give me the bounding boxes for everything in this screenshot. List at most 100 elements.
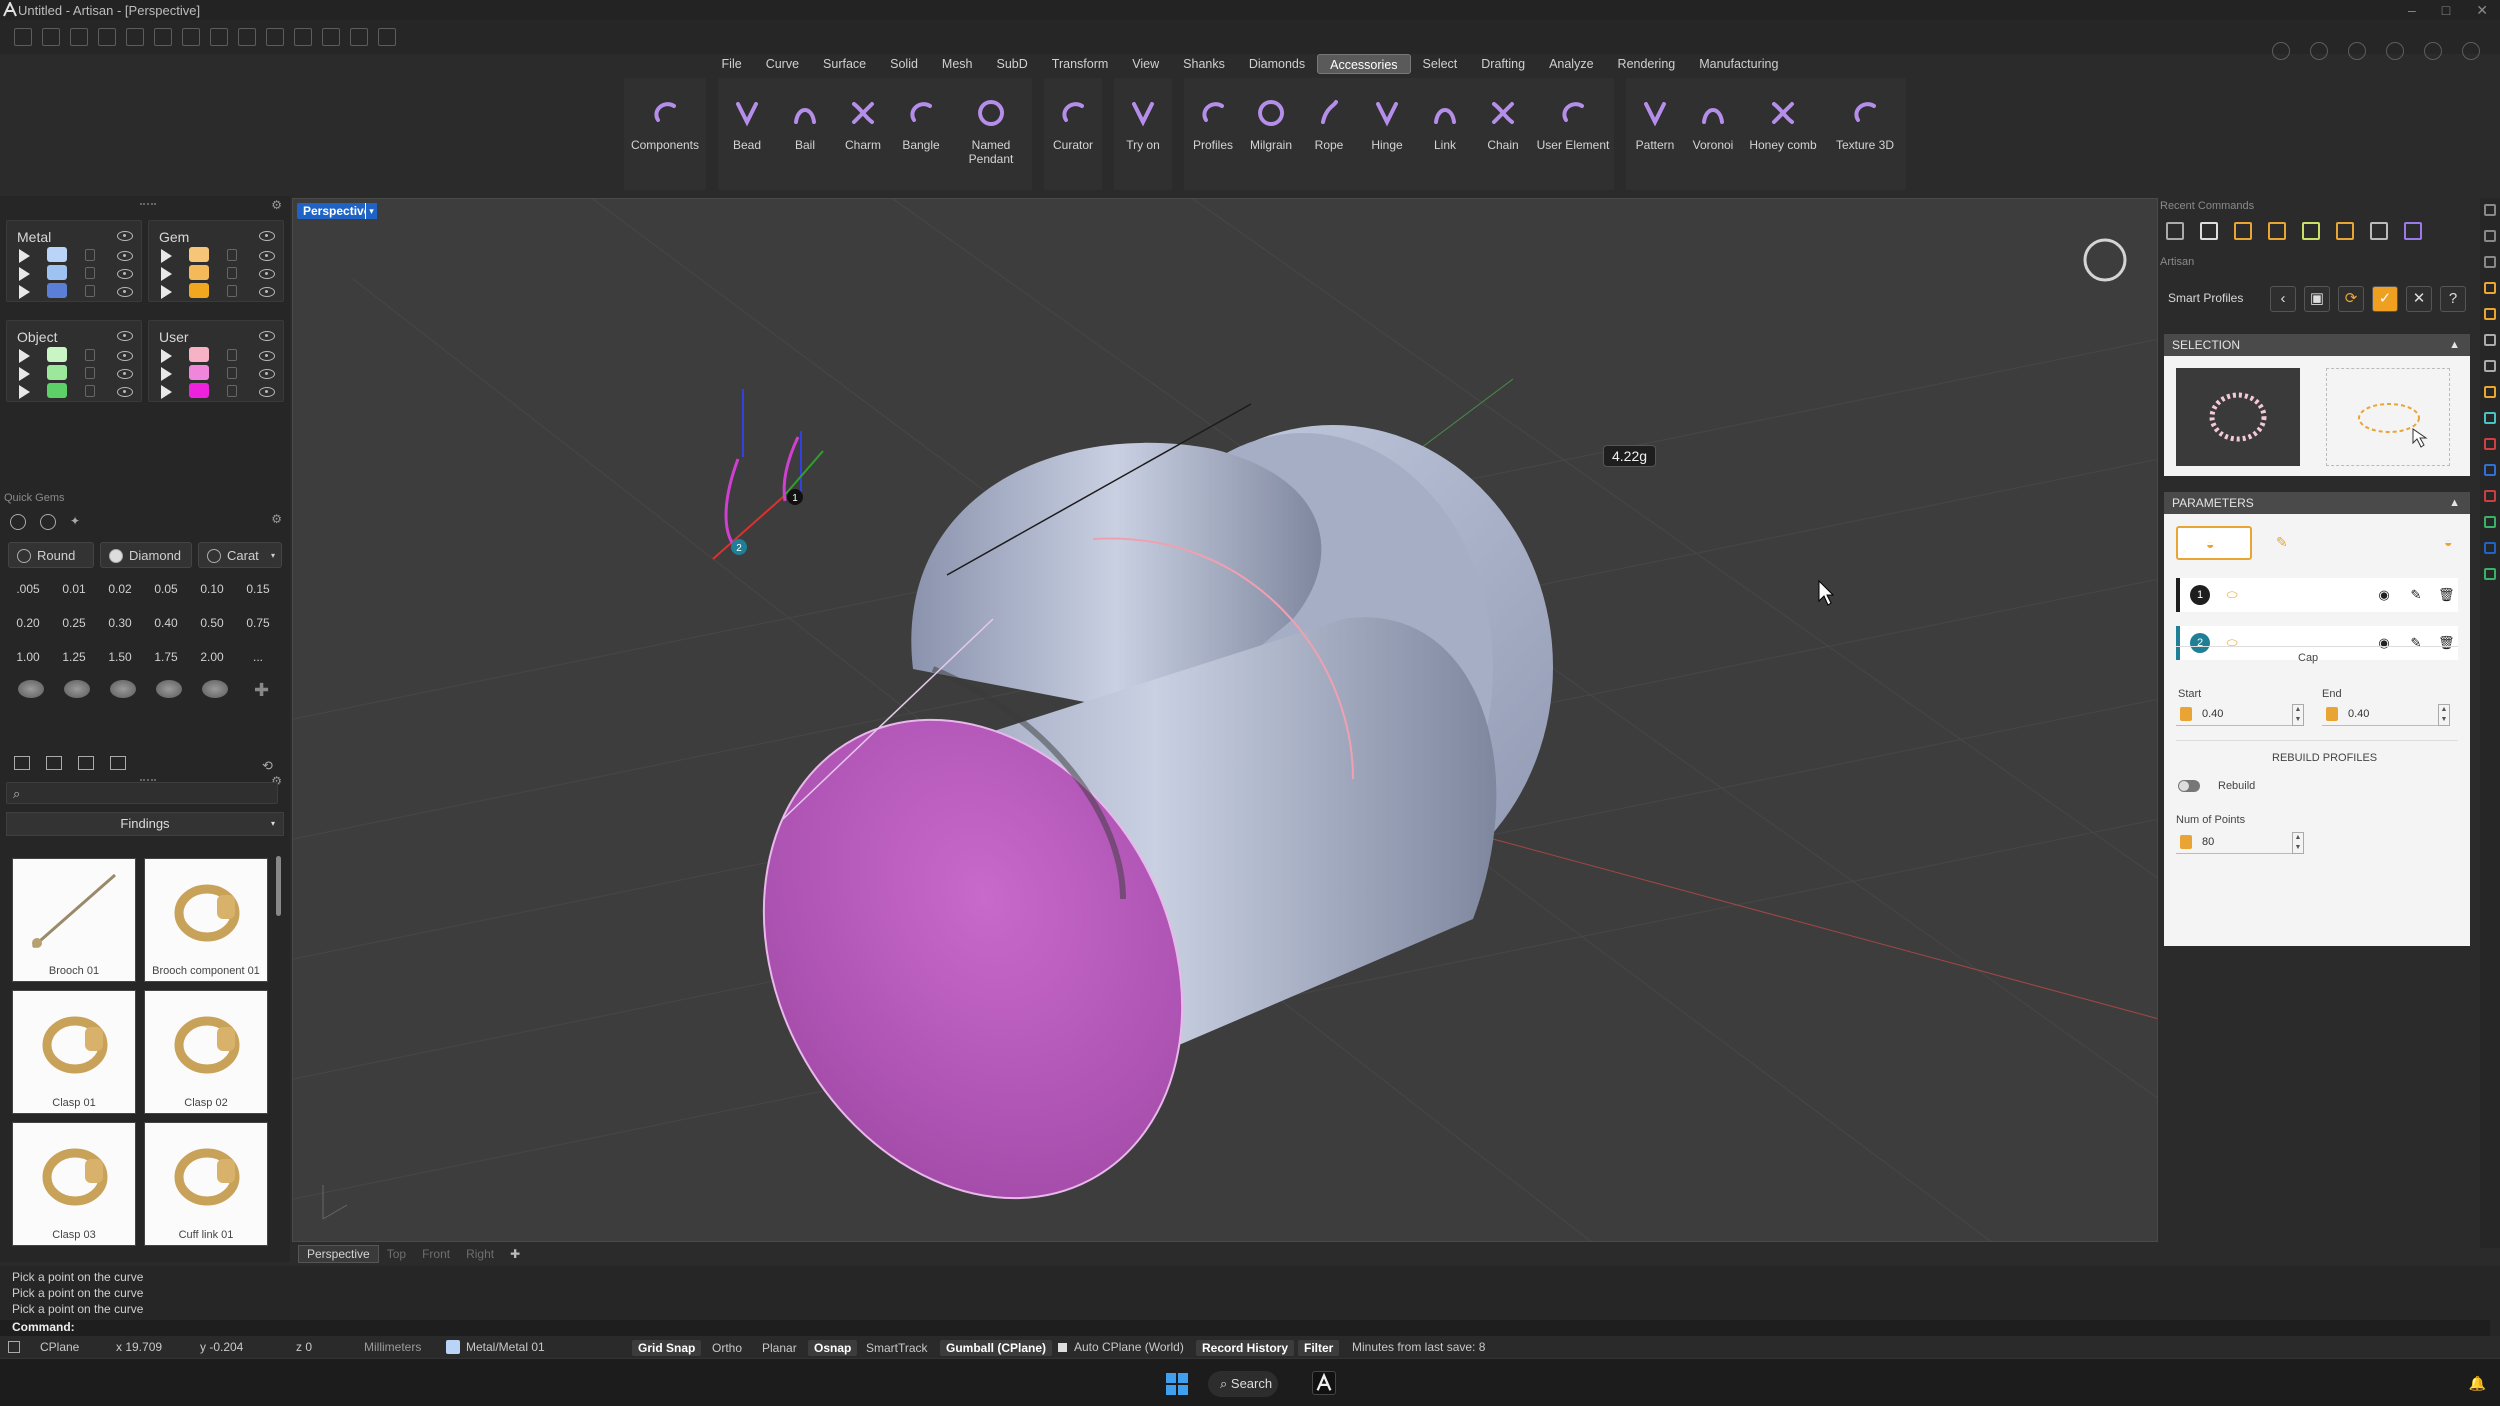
gem-pear-shape-icon[interactable] [156,680,182,698]
menu-item-drafting[interactable]: Drafting [1469,54,1537,74]
layer-color-swatch[interactable] [189,247,209,263]
side-toolbar-icon[interactable] [2484,386,2496,398]
menu-item-subd[interactable]: SubD [985,54,1040,74]
visibility-icon[interactable] [117,287,133,298]
play-icon[interactable] [19,285,30,300]
side-toolbar-icon[interactable] [2484,412,2496,424]
play-icon[interactable] [161,349,172,364]
filter-toggle[interactable]: Filter [1298,1340,1340,1356]
menu-item-diamonds[interactable]: Diamonds [1237,54,1317,74]
open-icon[interactable] [70,28,88,46]
gem-size-button[interactable]: 0.05 [144,578,188,600]
export-icon[interactable] [238,28,256,46]
visibility-icon[interactable] [259,351,275,362]
recent-command-icon[interactable] [2234,222,2252,240]
folder-add-icon[interactable] [46,756,62,770]
play-icon[interactable] [19,367,30,382]
library-item-clasp-02[interactable]: Clasp 02 [144,990,268,1114]
layer-row[interactable] [149,283,283,301]
view-tab-perspective[interactable]: Perspective [298,1245,379,1263]
auto-cplane-checkbox[interactable] [1058,1343,1067,1352]
lock-icon[interactable] [227,367,237,380]
menu-item-view[interactable]: View [1120,54,1171,74]
layer-row[interactable] [149,347,283,365]
side-toolbar-icon[interactable] [2484,542,2496,554]
gem-size-button[interactable]: 1.00 [6,646,50,668]
play-icon[interactable] [161,249,172,264]
layer-color-swatch[interactable] [47,383,67,399]
lock-icon[interactable] [85,249,95,262]
ribbon-curator-button[interactable]: Curator [1044,78,1102,190]
selection-section-header[interactable]: SELECTION ▲ [2164,334,2470,356]
ribbon-hinge-button[interactable]: Hinge [1358,78,1416,190]
lock-icon[interactable] [85,385,95,398]
visibility-icon[interactable] [117,231,133,242]
visibility-icon[interactable] [259,331,275,342]
play-icon[interactable] [19,385,30,400]
model-canvas[interactable]: 1 2 [293,199,2158,1242]
visibility-icon[interactable] [259,387,275,398]
ribbon-link-button[interactable]: Link [1416,78,1474,190]
play-icon[interactable] [161,267,172,282]
lock-icon[interactable] [85,367,95,380]
help-icon[interactable]: ? [2440,286,2466,312]
side-toolbar-icon[interactable] [2484,308,2496,320]
ribbon-voronoi-button[interactable]: Voronoi [1684,78,1742,190]
save-icon[interactable]: ▣ [2304,286,2330,312]
open-folder-icon[interactable] [98,28,116,46]
gem-size-button[interactable]: 0.01 [52,578,96,600]
library-item-brooch-component-01[interactable]: Brooch component 01 [144,858,268,982]
gem-cushion-shape-icon[interactable] [110,680,136,698]
command-prompt-input[interactable]: Command: [0,1320,2490,1336]
ribbon-charm-button[interactable]: Charm [834,78,892,190]
play-icon[interactable] [19,249,30,264]
layer-row[interactable] [7,247,141,265]
save-icon[interactable] [182,28,200,46]
menu-item-transform[interactable]: Transform [1040,54,1121,74]
gem-size-button[interactable]: 1.75 [144,646,188,668]
cap-end-stepper[interactable]: ▲ ▼ [2438,704,2450,726]
selected-ring-preview[interactable] [2176,368,2300,466]
side-toolbar-icon[interactable] [2484,438,2496,450]
perspective-viewport[interactable]: 1 2 Perspective ▾ 4.22g [292,198,2158,1242]
gem-size-button[interactable]: 0.25 [52,612,96,634]
profile-2-curve[interactable] [724,458,740,545]
menu-item-manufacturing[interactable]: Manufacturing [1687,54,1790,74]
visibility-icon[interactable] [259,287,275,298]
ribbon-try-on-button[interactable]: Try on [1114,78,1172,190]
layer-row[interactable] [149,365,283,383]
cap-start-field[interactable]: 0.40 ▲ ▼ [2176,704,2304,726]
ribbon-user-element-button[interactable]: User Element [1532,78,1614,190]
layer-row[interactable] [7,365,141,383]
view-tab-right[interactable]: Right [458,1246,502,1262]
windows-start-icon[interactable] [1166,1373,1188,1395]
menu-item-curve[interactable]: Curve [754,54,811,74]
ribbon-chain-button[interactable]: Chain [1474,78,1532,190]
snap-tool-icon[interactable] [266,28,284,46]
layer-color-swatch[interactable] [189,365,209,381]
trash-icon[interactable]: 🗑 [2438,587,2455,603]
menu-item-surface[interactable]: Surface [811,54,878,74]
library-item-clasp-03[interactable]: Clasp 03 [12,1122,136,1246]
side-toolbar-icon[interactable] [2484,256,2496,268]
cap-start-stepper[interactable]: ▲ ▼ [2292,704,2304,726]
recent-command-icon[interactable] [2166,222,2184,240]
add-gem-icon[interactable]: ✚ [254,680,269,701]
side-toolbar-icon[interactable] [2484,490,2496,502]
recent-command-icon[interactable] [2404,222,2422,240]
num-points-field[interactable]: 80 ▲ ▼ [2176,832,2304,854]
side-toolbar-icon[interactable] [2484,282,2496,294]
menu-item-select[interactable]: Select [1411,54,1470,74]
ribbon-honey-comb-button[interactable]: Honey comb [1742,78,1824,190]
folder-icon[interactable] [14,756,30,770]
grip-icon[interactable] [140,203,156,206]
menu-item-mesh[interactable]: Mesh [930,54,985,74]
layer-color-swatch[interactable] [47,283,67,299]
ribbon-bead-button[interactable]: Bead [718,78,776,190]
layer-color-swatch[interactable] [189,347,209,363]
layer-color-swatch[interactable] [189,283,209,299]
menu-item-rendering[interactable]: Rendering [1606,54,1688,74]
artisan-app-icon[interactable] [1312,1371,1336,1395]
play-icon[interactable] [161,285,172,300]
menu-item-shanks[interactable]: Shanks [1171,54,1237,74]
